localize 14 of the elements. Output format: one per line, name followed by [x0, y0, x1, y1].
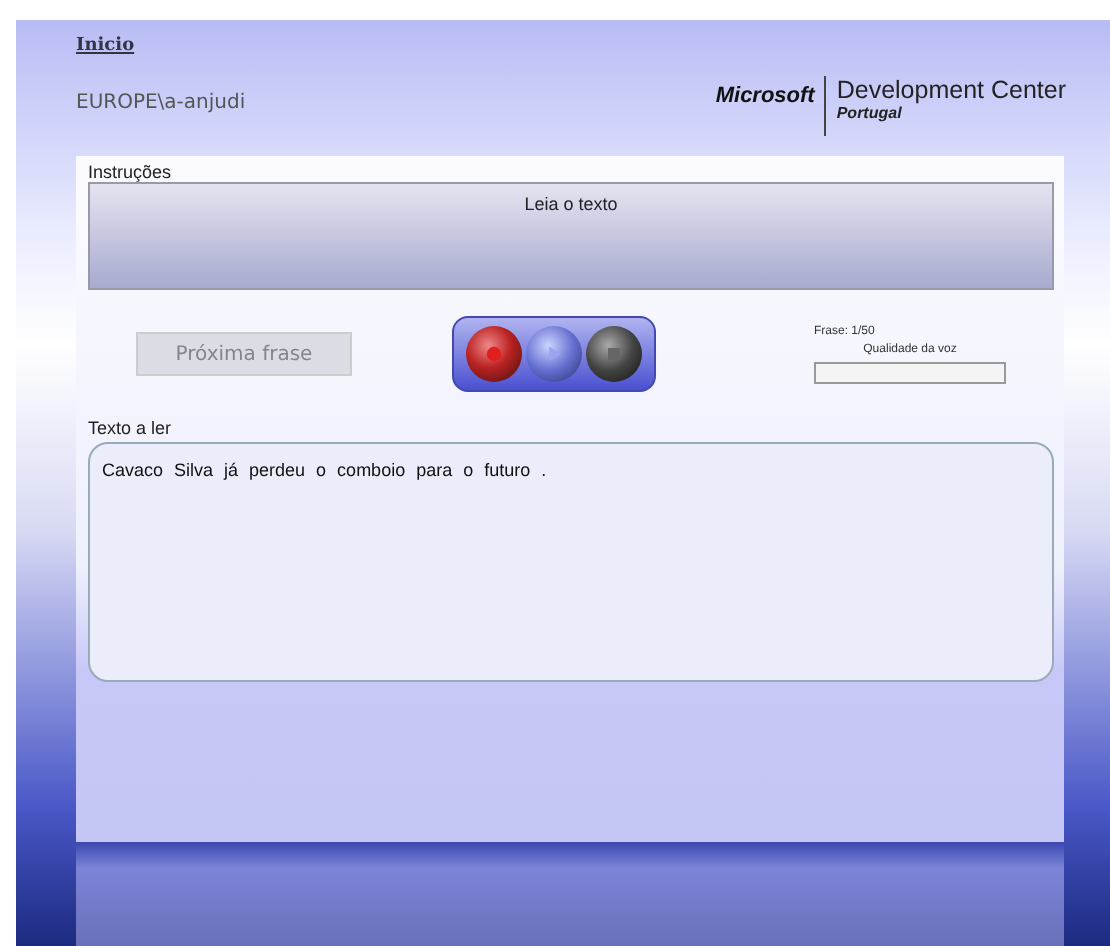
record-icon: [482, 342, 506, 366]
reading-text: Cavaco Silva já perdeu o comboio para o futuro .: [102, 460, 547, 480]
record-button[interactable]: [466, 326, 522, 382]
logo-subtitle: Portugal: [836, 104, 904, 122]
brand-logo: Microsoft: [715, 84, 815, 108]
stop-button[interactable]: [586, 326, 642, 382]
user-name: EUROPE\a-anjudi: [76, 92, 246, 114]
logo-title: Development Center: [836, 76, 1066, 104]
instruction-text: Leia o texto: [524, 194, 618, 218]
section-label: Texto a ler: [88, 418, 174, 438]
section-label: Instruções: [88, 162, 174, 182]
home-link[interactable]: Inicio: [76, 36, 246, 56]
stop-icon: [602, 342, 626, 366]
play-button[interactable]: [526, 326, 582, 382]
